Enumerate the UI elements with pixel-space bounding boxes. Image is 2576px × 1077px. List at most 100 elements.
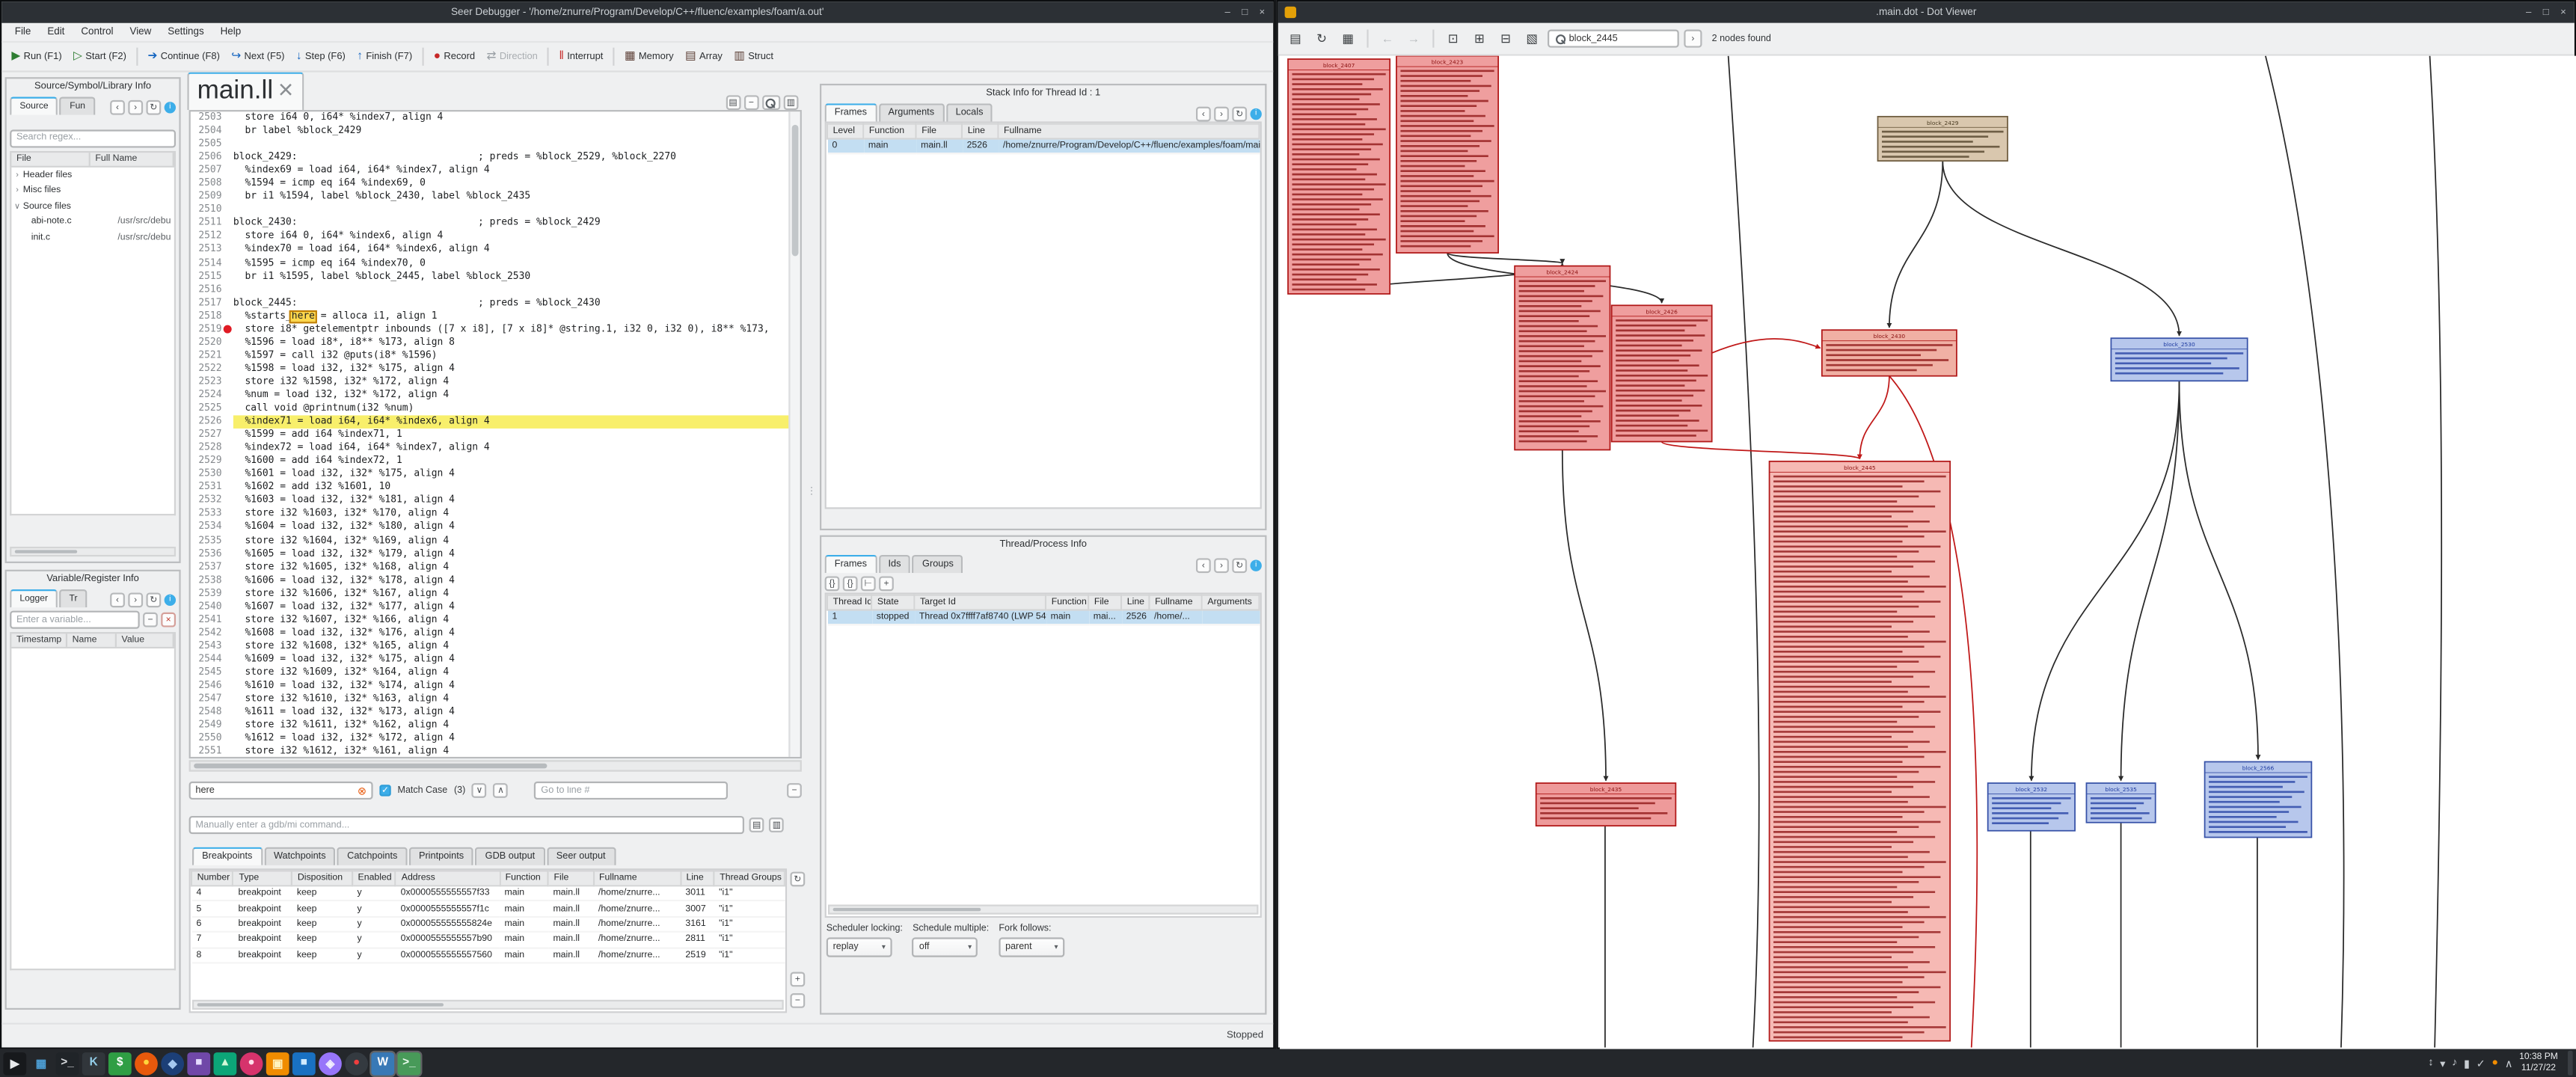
tray-expander-icon[interactable]: ∧ xyxy=(2505,1057,2512,1070)
code-line[interactable]: 2503 store i64 0, i64* %index7, align 4 xyxy=(191,111,800,125)
line-number[interactable]: 2519 xyxy=(191,323,233,337)
code-line[interactable]: 2530 %1601 = load i32, i32* %175, align … xyxy=(191,468,800,482)
maximize-icon[interactable]: □ xyxy=(1242,7,1248,17)
code-line[interactable]: 2514 %1595 = icmp eq i64 %index70, 0 xyxy=(191,257,800,271)
graph-node-block_2407[interactable]: block_2407 xyxy=(1288,59,1390,294)
code-line[interactable]: 2517block_2445: ; preds = %block_2430 xyxy=(191,297,800,310)
stack-refresh-icon[interactable]: ↻ xyxy=(1232,107,1247,122)
line-number[interactable]: 2523 xyxy=(191,376,233,390)
line-number[interactable]: 2549 xyxy=(191,719,233,733)
code-editor[interactable]: 2503 store i64 0, i64* %index7, align 4 2… xyxy=(189,110,802,758)
bottom-tab-seer-output[interactable]: Seer output xyxy=(547,847,616,865)
dot-minimize-icon[interactable]: – xyxy=(2526,7,2531,17)
line-number[interactable]: 2522 xyxy=(191,363,233,376)
source-prev-icon[interactable]: ‹ xyxy=(110,100,125,115)
selection-button[interactable]: ▧ xyxy=(1521,28,1543,49)
code-line[interactable]: 2512 store i64 0, i64* %index6, align 4 xyxy=(191,230,800,244)
code-line[interactable]: 2536 %1605 = load i32, i32* %179, align … xyxy=(191,547,800,561)
line-number[interactable]: 2535 xyxy=(191,535,233,548)
variable-remove-button[interactable]: − xyxy=(143,613,158,628)
code-line[interactable]: 2535 store i32 %1604, i32* %169, align 4 xyxy=(191,535,800,548)
line-number[interactable]: 2539 xyxy=(191,587,233,601)
terminal-app-icon[interactable]: >_ xyxy=(56,1052,79,1075)
column-header-file[interactable]: File xyxy=(1088,595,1121,610)
virtual-desktop-pager[interactable]: ▦ xyxy=(30,1052,53,1075)
column-header-disposition[interactable]: Disposition xyxy=(292,871,352,886)
stack-tab-arguments[interactable]: Arguments xyxy=(878,103,944,121)
office-app-icon[interactable]: ■ xyxy=(292,1052,316,1075)
code-line[interactable]: 2528 %index72 = load i64, i64* %index7, … xyxy=(191,442,800,455)
code-line[interactable]: 2516 xyxy=(191,283,800,297)
code-line[interactable]: 2532 %1603 = load i32, i32* %181, align … xyxy=(191,495,800,509)
code-line[interactable]: 2537 store i32 %1605, i32* %168, align 4 xyxy=(191,561,800,574)
line-number[interactable]: 2524 xyxy=(191,389,233,402)
find-input[interactable]: here ⊗ xyxy=(189,782,373,800)
bottom-tab-watchpoints[interactable]: Watchpoints xyxy=(264,847,336,865)
dot-close-icon[interactable]: × xyxy=(2560,7,2566,17)
editor-app-icon[interactable]: ▲ xyxy=(214,1052,237,1075)
stack-tab-frames[interactable]: Frames xyxy=(825,103,877,121)
line-number[interactable]: 2513 xyxy=(191,244,233,257)
code-line[interactable]: 2548 %1611 = load i32, i32* %173, align … xyxy=(191,706,800,719)
column-header-line[interactable]: Line xyxy=(962,124,998,139)
line-number[interactable]: 2526 xyxy=(191,416,233,429)
code-line[interactable]: 2507 %index69 = load i64, i64* %index7, … xyxy=(191,165,800,178)
line-number[interactable]: 2550 xyxy=(191,732,233,746)
kde-app-icon[interactable]: K xyxy=(82,1052,105,1075)
thread-tool-icon-2[interactable]: ⊢ xyxy=(861,576,876,591)
line-number[interactable]: 2532 xyxy=(191,495,233,509)
column-header-value[interactable]: Value xyxy=(117,633,174,647)
line-number[interactable]: 2530 xyxy=(191,468,233,482)
notification-tray-icon[interactable]: ● xyxy=(2491,1058,2498,1069)
variable-input[interactable] xyxy=(10,611,140,629)
export-image-button[interactable]: ▤ xyxy=(1285,28,1307,49)
breakpoint-icon[interactable] xyxy=(224,325,232,334)
line-number[interactable]: 2510 xyxy=(191,204,233,218)
line-number[interactable]: 2546 xyxy=(191,680,233,693)
column-header-level[interactable]: Level xyxy=(827,124,863,139)
menu-settings[interactable]: Settings xyxy=(159,25,212,40)
variable-column-header[interactable]: TimestampNameValue xyxy=(10,632,176,648)
close-icon[interactable]: × xyxy=(1260,7,1266,17)
bottom-tab-catchpoints[interactable]: Catchpoints xyxy=(337,847,408,865)
toolbar-struct-button[interactable]: ▥Struct xyxy=(729,48,779,66)
column-header-line[interactable]: Line xyxy=(1121,595,1149,610)
line-number[interactable]: 2536 xyxy=(191,547,233,561)
graph-node-block_2435[interactable]: block_2435 xyxy=(1536,783,1676,826)
code-line[interactable]: 2539 store i32 %1606, i32* %167, align 4 xyxy=(191,587,800,601)
source-search-input[interactable] xyxy=(10,129,176,147)
graph-node-block_2566[interactable]: block_2566 xyxy=(2205,762,2312,838)
clear-search-icon[interactable]: ⊗ xyxy=(358,784,367,797)
breakpoint-delete-icon[interactable]: − xyxy=(790,993,805,1008)
zoom-out-button[interactable]: ⊟ xyxy=(1495,28,1517,49)
next-match-button[interactable]: › xyxy=(1684,30,1702,48)
graph-node-block_2532[interactable]: block_2532 xyxy=(1988,783,2075,831)
editor-search-icon[interactable] xyxy=(762,95,780,110)
thread-tool-icon-1[interactable]: {} xyxy=(843,576,858,591)
thread-tool-icon-3[interactable]: + xyxy=(879,576,894,591)
editor-tab-close-icon[interactable]: × xyxy=(278,77,294,107)
toolbar-run-f1-button[interactable]: ▶Run (F1) xyxy=(7,48,67,66)
line-number[interactable]: 2542 xyxy=(191,627,233,640)
graph-node-block_2430[interactable]: block_2430 xyxy=(1822,330,1957,375)
code-line[interactable]: 2523 store i32 %1598, i32* %172, align 4 xyxy=(191,376,800,390)
breakpoint-add-icon[interactable]: + xyxy=(790,972,805,987)
find-next-icon[interactable]: ∨ xyxy=(472,783,487,798)
record-app-icon[interactable]: ● xyxy=(345,1052,368,1075)
code-line[interactable]: 2527 %1599 = add i64 %index71, 1 xyxy=(191,429,800,442)
line-number[interactable]: 2538 xyxy=(191,574,233,588)
column-header-thread-id[interactable]: Thread Id xyxy=(827,595,871,610)
column-header-fullname[interactable]: Fullname xyxy=(1149,595,1201,610)
code-line[interactable]: 2549 store i32 %1611, i32* %162, align 4 xyxy=(191,719,800,733)
code-line[interactable]: 2531 %1602 = add i32 %1601, 10 xyxy=(191,482,800,495)
column-header-arguments[interactable]: Arguments xyxy=(1202,595,1260,610)
source-tree-hscrollbar[interactable] xyxy=(10,547,176,556)
menu-view[interactable]: View xyxy=(122,25,160,40)
code-line[interactable]: 2534 %1604 = load i32, i32* %180, align … xyxy=(191,521,800,535)
line-number[interactable]: 2541 xyxy=(191,613,233,627)
code-line[interactable]: 2542 %1608 = load i32, i32* %176, align … xyxy=(191,627,800,640)
line-number[interactable]: 2516 xyxy=(191,283,233,297)
thread-tab-ids[interactable]: Ids xyxy=(878,555,910,573)
table-row[interactable]: 6breakpointkeepy0x000055555555824emainma… xyxy=(191,916,785,932)
variable-info-icon[interactable]: i xyxy=(165,595,176,606)
